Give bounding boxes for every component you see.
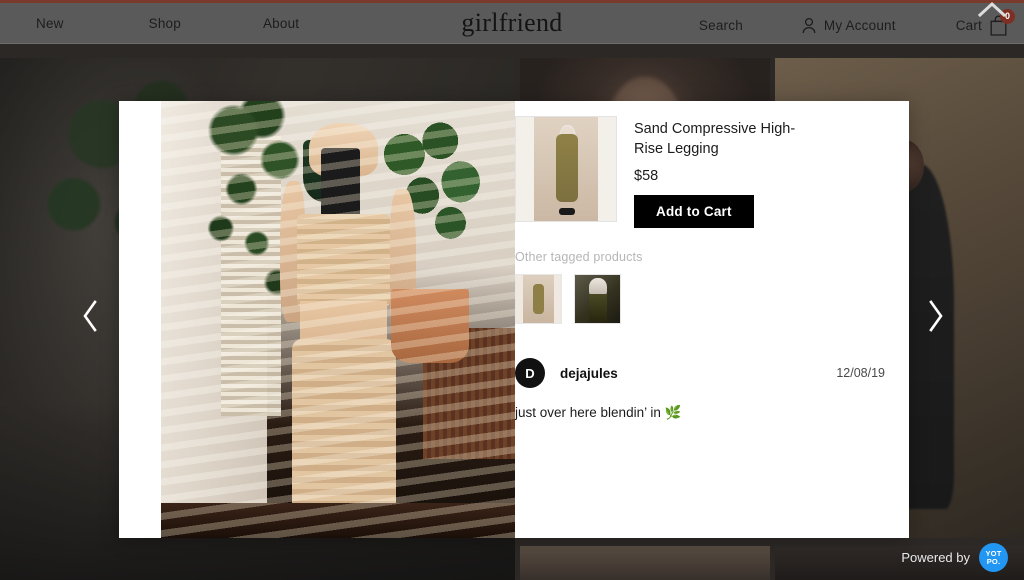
ugc-photo[interactable] <box>161 101 515 538</box>
nav-item-about[interactable]: About <box>263 16 299 31</box>
tagged-thumb-1-outfit <box>533 283 544 314</box>
product-thumbnail-shoe <box>559 207 575 215</box>
primary-navigation: New Shop About <box>0 16 299 31</box>
comment-header: D dejajules 12/08/19 <box>515 358 885 389</box>
comment-date: 12/08/19 <box>836 366 885 381</box>
modal-photo-panel <box>119 101 515 538</box>
product-info: Sand Compressive High-Rise Legging $58 A… <box>634 116 885 229</box>
tagged-product-thumb-2[interactable] <box>574 274 621 325</box>
yotpo-logo-line2: PO. <box>986 556 1001 566</box>
app-root: New Shop About girlfriend Search My Acco… <box>0 0 1024 580</box>
tagged-product-thumb-1[interactable] <box>515 274 562 325</box>
ugc-lightbox-modal: Sand Compressive High-Rise Legging $58 A… <box>119 101 909 538</box>
product-title[interactable]: Sand Compressive High-Rise Legging <box>634 120 814 159</box>
powered-by-label: Powered by <box>901 550 970 565</box>
powered-by-badge: Powered by YOT PO. <box>901 543 1008 572</box>
carousel-next-arrow-icon[interactable] <box>916 296 956 336</box>
other-tagged-products-label: Other tagged products <box>515 250 643 265</box>
add-to-cart-button[interactable]: Add to Cart <box>634 195 754 229</box>
tagged-product-primary: Sand Compressive High-Rise Legging $58 A… <box>515 113 885 229</box>
photo-sunlight-stripes <box>161 101 515 538</box>
collapse-chevron-up-icon[interactable] <box>974 0 1010 24</box>
product-thumbnail-outfit <box>556 133 578 203</box>
modal-detail-panel: Sand Compressive High-Rise Legging $58 A… <box>515 101 909 538</box>
nav-item-shop[interactable]: Shop <box>149 16 181 31</box>
nav-item-new[interactable]: New <box>36 16 64 31</box>
site-header: New Shop About girlfriend Search My Acco… <box>0 0 1024 44</box>
other-tagged-products-list <box>515 274 885 325</box>
carousel-prev-arrow-icon[interactable] <box>70 296 110 336</box>
comment-text: just over here blendin’ in 🌿 <box>515 405 682 421</box>
product-thumbnail[interactable] <box>515 116 617 222</box>
search-link[interactable]: Search <box>699 18 743 33</box>
tagged-thumb-2-outfit <box>588 294 608 323</box>
product-price: $58 <box>634 168 659 185</box>
yotpo-logo-icon[interactable]: YOT PO. <box>979 543 1008 572</box>
my-account-label: My Account <box>823 17 896 33</box>
comment-username[interactable]: dejajules <box>560 366 618 381</box>
user-icon <box>801 17 817 34</box>
yotpo-logo-text: YOT PO. <box>985 549 1001 566</box>
avatar: D <box>515 358 545 389</box>
my-account-link[interactable]: My Account <box>801 17 896 34</box>
ugc-comment: D dejajules 12/08/19 just over here blen… <box>515 358 885 421</box>
brand-logo-text[interactable]: girlfriend <box>461 8 562 37</box>
